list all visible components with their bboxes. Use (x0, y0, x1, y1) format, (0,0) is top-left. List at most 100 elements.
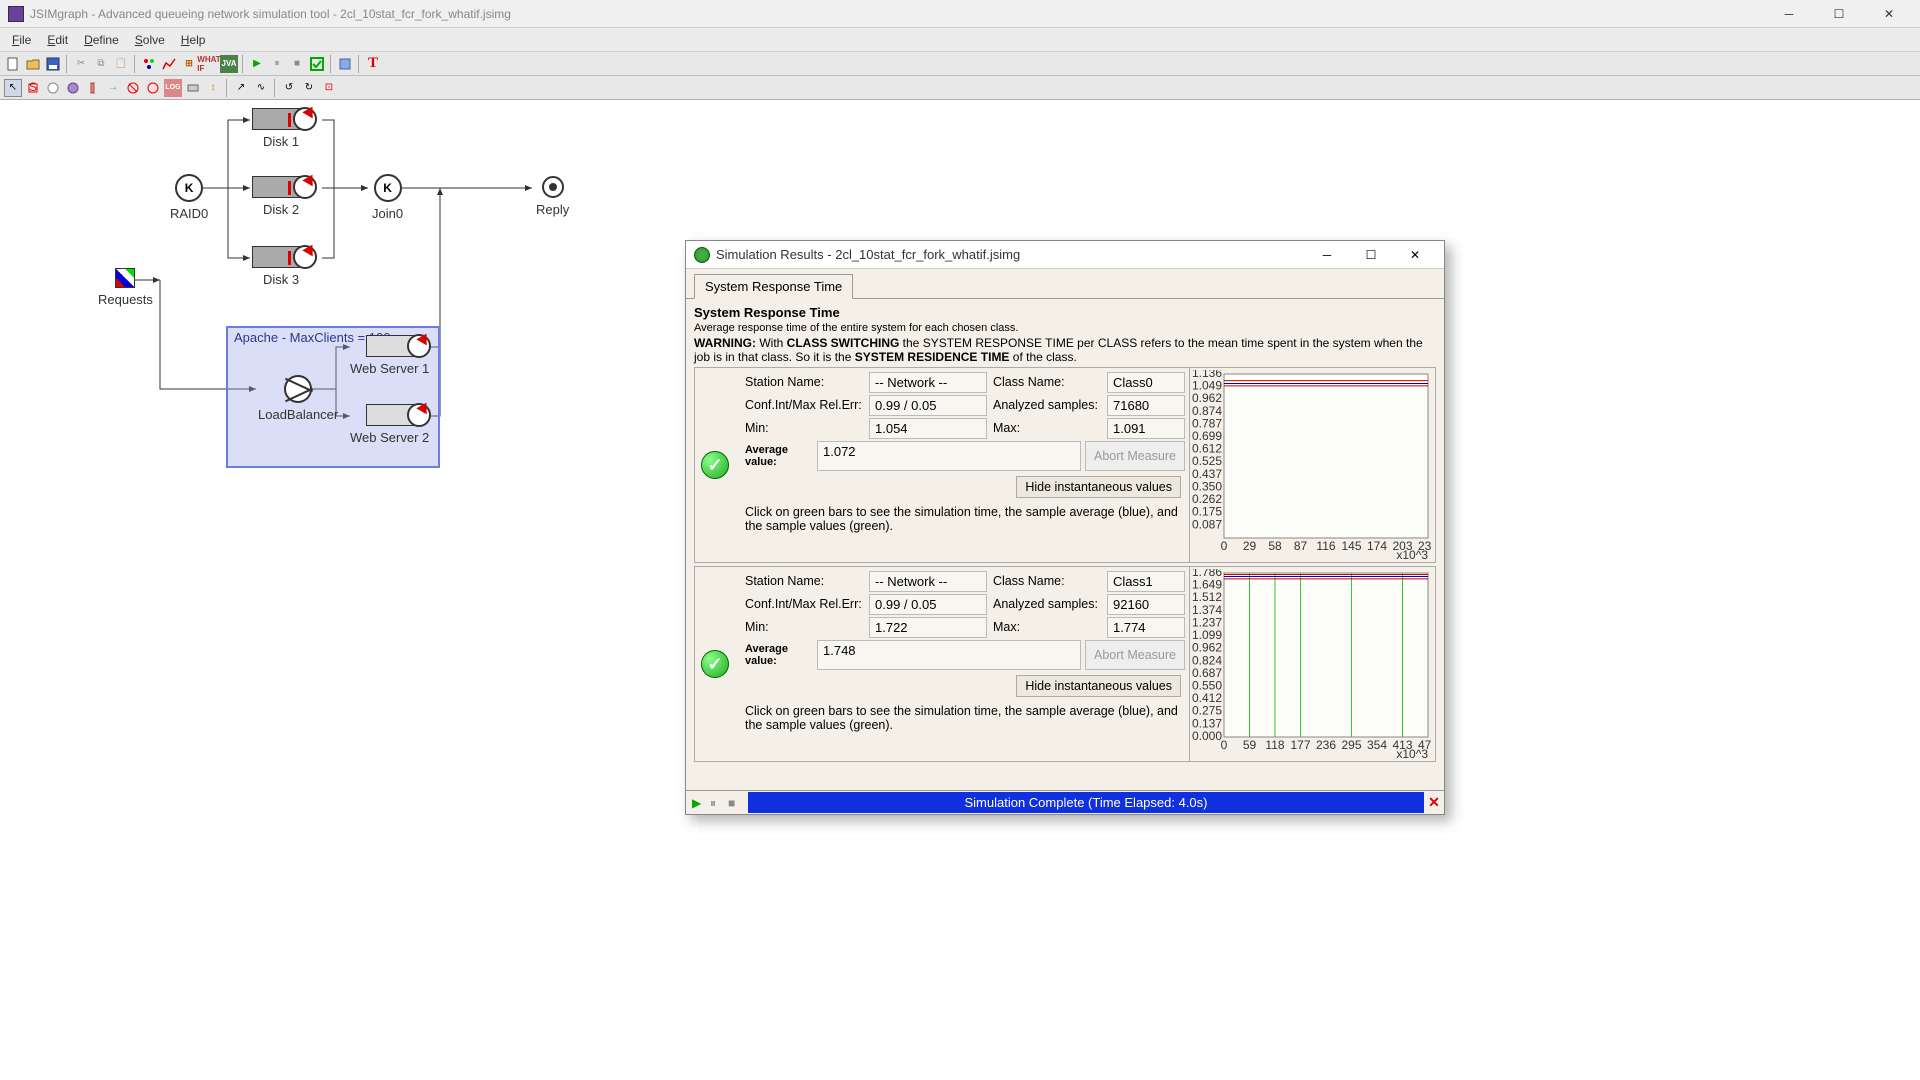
queue-tool-icon[interactable] (44, 79, 62, 97)
measures-icon[interactable] (160, 55, 178, 73)
minimize-button[interactable]: ─ (1766, 3, 1812, 25)
hide-values-button[interactable]: Hide instantaneous values (1016, 675, 1181, 697)
svg-text:0.412: 0.412 (1192, 691, 1222, 705)
sink-tool-icon[interactable] (184, 79, 202, 97)
menu-file[interactable]: File (4, 29, 39, 51)
mva-icon[interactable]: JVA (220, 55, 238, 73)
menu-solve[interactable]: Solve (127, 29, 173, 51)
dialog-close-button[interactable]: ✕ (1394, 244, 1436, 266)
class-switch-tool-icon[interactable]: LOG (164, 79, 182, 97)
svg-text:0.962: 0.962 (1192, 641, 1222, 655)
svg-text:58: 58 (1268, 539, 1282, 553)
conf-value: 0.99 / 0.05 (869, 395, 987, 416)
classes-icon[interactable] (140, 55, 158, 73)
node-raid0[interactable]: K RAID0 (170, 174, 208, 221)
node-loadbalancer[interactable]: LoadBalancer (258, 375, 338, 422)
svg-text:0.824: 0.824 (1192, 653, 1222, 667)
close-button[interactable]: ✕ (1866, 3, 1912, 25)
hint-text: Click on green bars to see the simulatio… (739, 501, 1185, 537)
dialog-maximize-button[interactable]: ☐ (1350, 244, 1392, 266)
sim-pause-icon[interactable]: ⏸ (710, 796, 724, 810)
measure-panel: ✓ Station Name: -- Network -- Class Name… (694, 566, 1436, 762)
node-reply[interactable]: Reply (536, 176, 569, 217)
rotate-left-icon[interactable]: ↺ (280, 79, 298, 97)
node-disk3[interactable]: Disk 3 (252, 246, 300, 287)
dialog-titlebar[interactable]: Simulation Results - 2cl_10stat_fcr_fork… (686, 241, 1444, 269)
node-disk2[interactable]: Disk 2 (252, 176, 300, 217)
dialog-title: Simulation Results - 2cl_10stat_fcr_fork… (716, 247, 1306, 262)
menu-help[interactable]: Help (173, 29, 214, 51)
templates-icon[interactable] (336, 55, 354, 73)
play-icon[interactable]: ▶ (248, 55, 266, 73)
text-icon[interactable]: T (364, 55, 382, 73)
maximize-button[interactable]: ☐ (1816, 3, 1862, 25)
select-tool-icon[interactable]: ↖ (4, 79, 22, 97)
node-requests[interactable]: Requests (98, 268, 153, 307)
node-webserver2[interactable]: Web Server 2 (350, 404, 429, 445)
dialog-minimize-button[interactable]: ─ (1306, 244, 1348, 266)
bezier-tool-icon[interactable]: ∿ (252, 79, 270, 97)
node-disk1[interactable]: Disk 1 (252, 108, 300, 149)
max-value: 1.091 (1107, 418, 1185, 439)
sim-play-icon[interactable]: ▶ (692, 796, 706, 810)
samples-value: 71680 (1107, 395, 1185, 416)
abort-measure-button[interactable]: Abort Measure (1085, 441, 1185, 471)
paste-icon[interactable]: 📋 (112, 55, 130, 73)
max-value: 1.774 (1107, 617, 1185, 638)
svg-text:145: 145 (1341, 539, 1361, 553)
dialog-status-bar: ▶ ⏸ ■ Simulation Complete (Time Elapsed:… (686, 790, 1444, 814)
svg-text:0.437: 0.437 (1192, 467, 1222, 481)
svg-text:1.374: 1.374 (1192, 603, 1222, 617)
connect-tool-icon[interactable]: ↗ (232, 79, 250, 97)
hide-values-button[interactable]: Hide instantaneous values (1016, 476, 1181, 498)
copy-icon[interactable]: ⧉ (92, 55, 110, 73)
node-webserver1[interactable]: Web Server 1 (350, 335, 429, 376)
menu-edit[interactable]: Edit (39, 29, 76, 51)
sim-stop-icon[interactable]: ■ (728, 796, 742, 810)
chart-panel[interactable]: 0.0870.1750.2620.3500.4370.5250.6120.699… (1189, 368, 1435, 562)
class-value: Class0 (1107, 372, 1185, 393)
logger-tool-icon[interactable] (144, 79, 162, 97)
region-tool-icon[interactable]: ⊡ (320, 79, 338, 97)
open-icon[interactable] (24, 55, 42, 73)
svg-text:236: 236 (1316, 738, 1336, 752)
cut-icon[interactable]: ✂ (72, 55, 90, 73)
menu-define[interactable]: Define (76, 29, 127, 51)
results-icon[interactable] (308, 55, 326, 73)
svg-text:0: 0 (1221, 738, 1228, 752)
source-tool-icon[interactable]: S (24, 79, 42, 97)
stop-icon[interactable]: ■ (288, 55, 306, 73)
svg-text:0.612: 0.612 (1192, 442, 1222, 456)
abort-measure-button[interactable]: Abort Measure (1085, 640, 1185, 670)
delay-tool-icon[interactable] (64, 79, 82, 97)
section-description: Average response time of the entire syst… (694, 322, 1436, 334)
svg-text:0.687: 0.687 (1192, 666, 1222, 680)
rotate-right-icon[interactable]: ↻ (300, 79, 318, 97)
svg-text:1.099: 1.099 (1192, 628, 1222, 642)
avg-value: 1.748 (817, 640, 1081, 670)
svg-text:0.787: 0.787 (1192, 416, 1222, 430)
svg-text:x10^3: x10^3 (1396, 747, 1428, 759)
dialog-icon (694, 247, 710, 263)
svg-text:1.649: 1.649 (1192, 578, 1222, 592)
fork-tool-icon[interactable]: → (104, 79, 122, 97)
pause-icon[interactable]: ⏸ (268, 55, 286, 73)
svg-text:1.237: 1.237 (1192, 615, 1222, 629)
place-tool-icon[interactable]: ↕ (204, 79, 222, 97)
svg-text:0.137: 0.137 (1192, 716, 1222, 730)
whatif-icon[interactable]: WHATIF (200, 55, 218, 73)
svg-text:0.175: 0.175 (1192, 505, 1222, 519)
new-icon[interactable] (4, 55, 22, 73)
join-tool-icon[interactable] (124, 79, 142, 97)
hint-text: Click on green bars to see the simulatio… (739, 700, 1185, 736)
svg-text:116: 116 (1316, 539, 1335, 553)
node-join0[interactable]: K Join0 (372, 174, 403, 221)
router-tool-icon[interactable] (84, 79, 102, 97)
status-close-icon[interactable]: ✕ (1424, 794, 1444, 811)
batch-icon[interactable]: ⊞ (180, 55, 198, 73)
save-icon[interactable] (44, 55, 62, 73)
chart-panel[interactable]: 0.0000.1370.2750.4120.5500.6870.8240.962… (1189, 567, 1435, 761)
svg-text:0.874: 0.874 (1192, 404, 1222, 418)
svg-text:1.136: 1.136 (1192, 370, 1222, 380)
tab-system-response-time[interactable]: System Response Time (694, 274, 853, 299)
